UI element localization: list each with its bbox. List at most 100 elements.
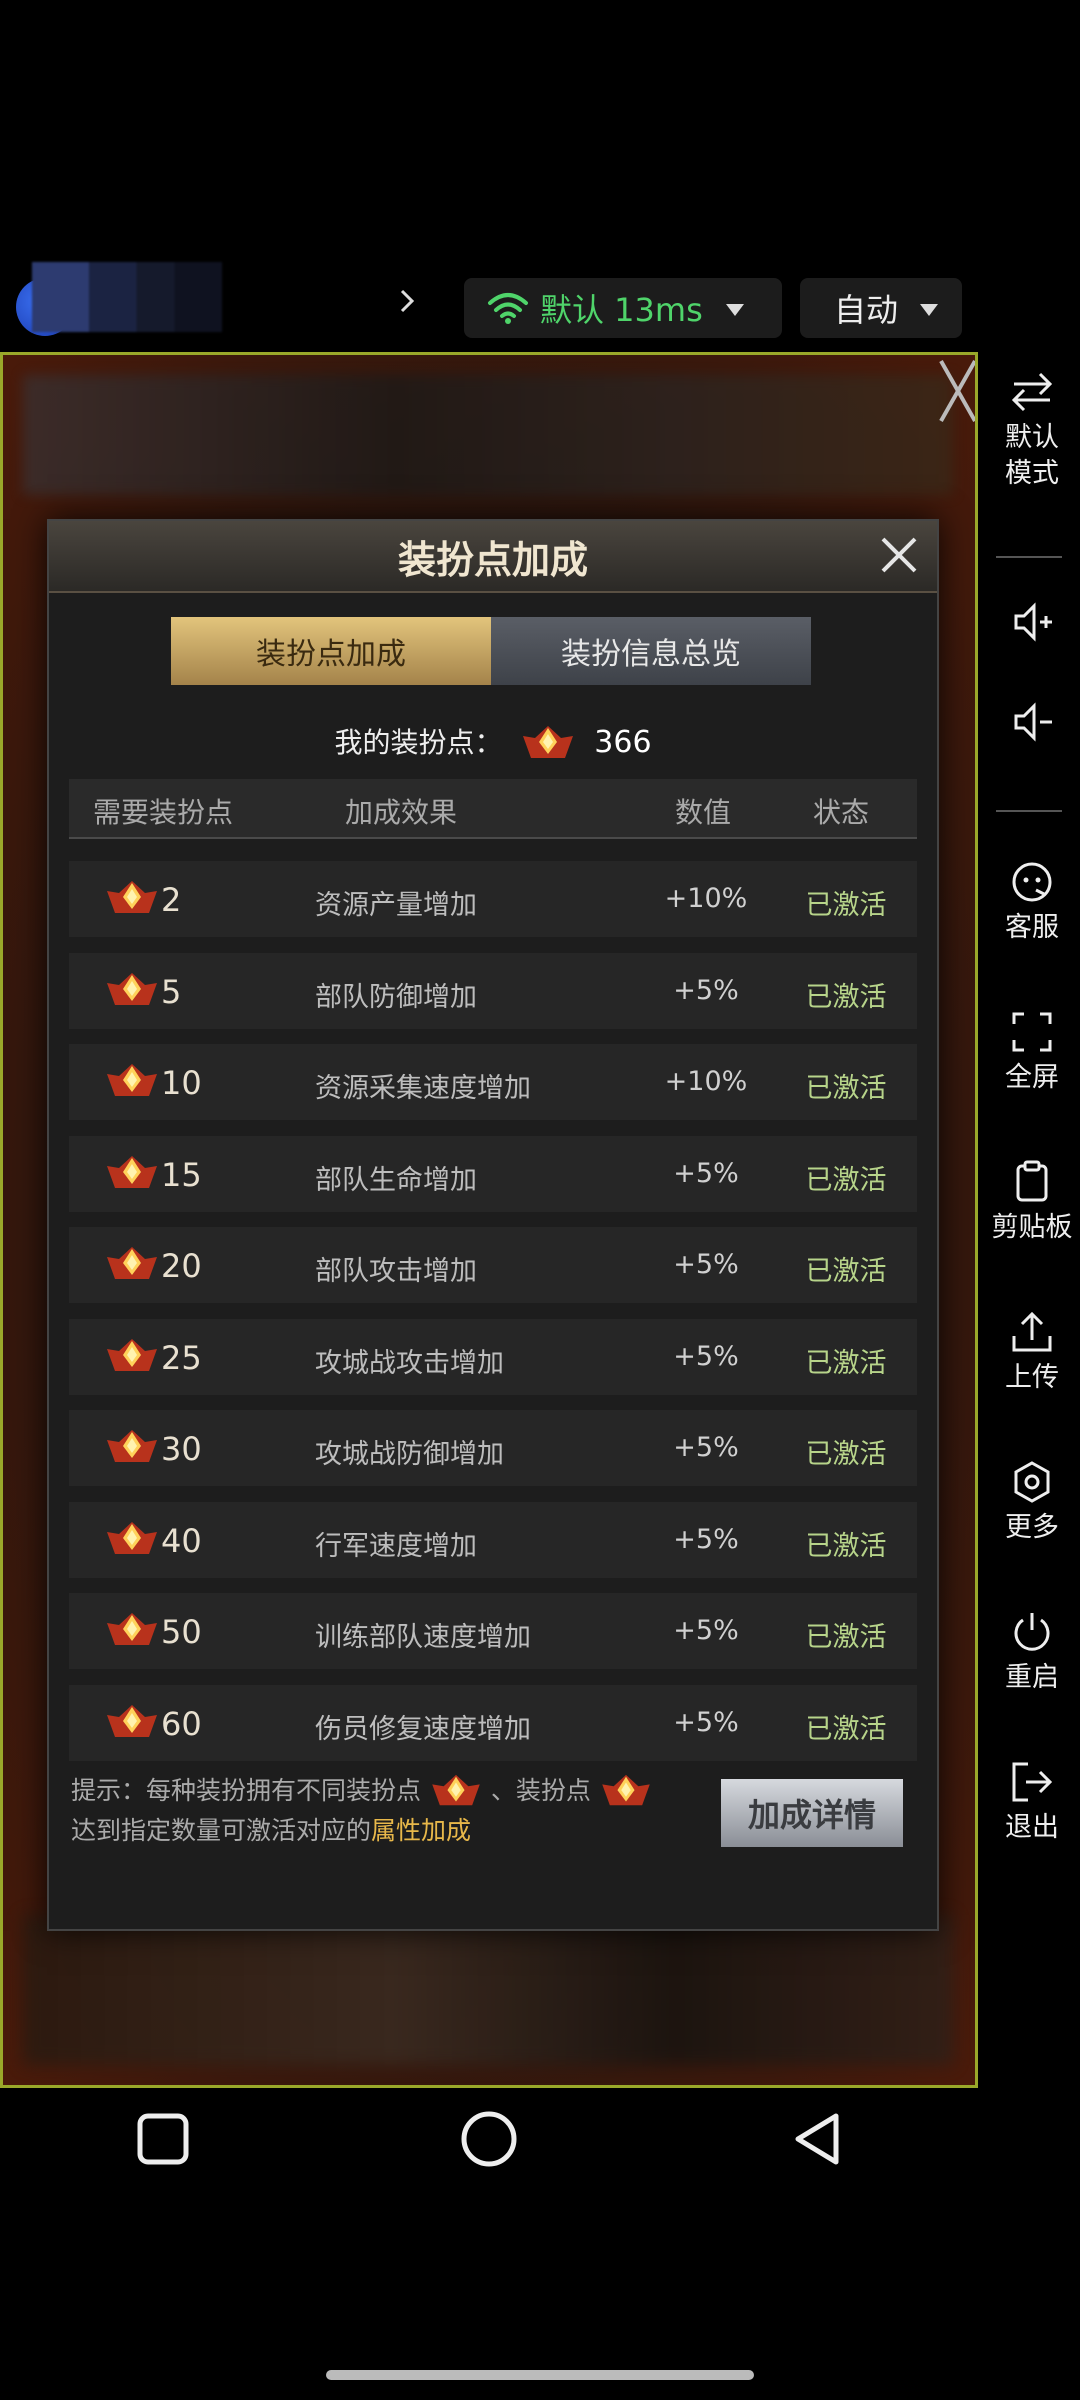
mode-label: 自动 <box>834 291 899 329</box>
row-effect: 伤员修复速度增加 <box>315 1713 531 1745</box>
clipboard-icon <box>1016 1160 1048 1202</box>
table-row: 10 资源采集速度增加 +10% 已激活 <box>69 1044 917 1120</box>
support-button[interactable]: 客服 <box>984 860 1080 946</box>
row-effect: 部队生命增加 <box>315 1164 477 1196</box>
volume-up-button[interactable] <box>984 600 1080 650</box>
mode-selector[interactable]: 自动 <box>800 278 962 338</box>
tip-line2: 达到指定数量可激活对应的 <box>71 1816 372 1845</box>
side-panel: 默认 模式 客服 全屏 剪贴板 上传 更多 重启 退出 <box>984 360 1080 1920</box>
tip-text: 提示：每种装扮拥有不同装扮点 、装扮点 达到指定数量可激活对应的属性加成 <box>71 1771 711 1851</box>
table-row: 15 部队生命增加 +5% 已激活 <box>69 1135 917 1212</box>
row-effect: 攻城战防御增加 <box>315 1439 504 1470</box>
divider <box>996 556 1062 558</box>
dialog-header: 装扮点加成 <box>49 521 937 593</box>
row-value: +5% <box>673 1340 739 1372</box>
upload-label: 上传 <box>1005 1362 1059 1393</box>
header-effect: 加成效果 <box>345 796 458 829</box>
gem-icon <box>105 1337 159 1384</box>
close-icon[interactable] <box>875 531 923 579</box>
fullscreen-label: 全屏 <box>1005 1062 1059 1093</box>
row-points: 60 <box>161 1704 202 1743</box>
home-indicator[interactable] <box>326 2370 754 2380</box>
network-selector[interactable]: 默认 13ms <box>464 278 782 338</box>
divider <box>996 810 1062 812</box>
row-effect: 行军速度增加 <box>315 1530 477 1562</box>
game-viewport[interactable]: 装扮点加成 装扮点加成 装扮信息总览 我的装扮点： 366 需要装扮点 加成效果… <box>0 352 978 2088</box>
table-row: 5 部队防御增加 +5% 已激活 <box>69 952 917 1029</box>
row-points: 40 <box>161 1521 202 1560</box>
row-effect: 攻城战攻击增加 <box>315 1347 504 1379</box>
tip-prefix: 提示：每种装扮拥有不同装扮点 <box>71 1776 422 1805</box>
power-icon <box>1014 1613 1050 1651</box>
wifi-icon <box>488 293 528 324</box>
table-row: 50 训练部队速度增加 +5% 已激活 <box>69 1593 917 1669</box>
fullscreen-button[interactable]: 全屏 <box>984 1010 1080 1096</box>
default-mode-button[interactable]: 默认 模式 <box>984 370 1080 492</box>
restart-button[interactable]: 重启 <box>984 1610 1080 1696</box>
header-points: 需要装扮点 <box>93 796 234 829</box>
row-points: 25 <box>161 1338 202 1377</box>
clipboard-button[interactable]: 剪贴板 <box>984 1160 1080 1246</box>
my-points-value: 366 <box>594 725 652 760</box>
more-button[interactable]: 更多 <box>984 1460 1080 1546</box>
row-effect: 资源产量增加 <box>315 890 477 921</box>
row-status: 已激活 <box>805 1256 887 1287</box>
gem-icon <box>602 1774 650 1806</box>
bonus-table[interactable]: 2 资源产量增加 +10% 已激活 5 部队防御增加 +5% 已激活 10 资源采集速度增加 +10… <box>69 861 917 1765</box>
row-points: 2 <box>161 881 182 919</box>
bonus-details-button[interactable]: 加成详情 <box>721 1779 903 1847</box>
fullscreen-icon <box>1012 1012 1052 1052</box>
corner-x-icon[interactable] <box>933 352 978 441</box>
dialog-title: 装扮点加成 <box>397 538 588 582</box>
more-label: 更多 <box>1005 1512 1059 1543</box>
chevron-right-icon[interactable] <box>392 286 422 316</box>
back-button[interactable] <box>792 2112 846 2166</box>
row-value: +5% <box>673 1615 739 1646</box>
default-mode-label: 默认 模式 <box>1005 422 1059 489</box>
row-points: 15 <box>161 1155 202 1194</box>
support-label: 客服 <box>1005 912 1059 943</box>
exit-icon <box>1012 1762 1053 1802</box>
tab-overview[interactable]: 装扮信息总览 <box>491 617 811 685</box>
tip-highlight[interactable]: 属性加成 <box>371 1816 471 1845</box>
home-button[interactable] <box>460 2110 518 2168</box>
gem-icon <box>523 726 574 758</box>
upload-button[interactable]: 上传 <box>984 1310 1080 1396</box>
row-value: +5% <box>673 1706 739 1738</box>
header-status: 状态 <box>813 796 870 829</box>
row-effect: 部队防御增加 <box>315 981 477 1013</box>
row-status: 已激活 <box>805 981 887 1013</box>
row-points: 10 <box>161 1064 202 1102</box>
row-status: 已激活 <box>805 1164 887 1196</box>
row-status: 已激活 <box>805 1713 887 1745</box>
row-value: +5% <box>673 1249 739 1280</box>
row-status: 已激活 <box>805 1530 887 1562</box>
row-points: 50 <box>161 1613 202 1651</box>
row-status: 已激活 <box>805 1439 887 1470</box>
exit-label: 退出 <box>1005 1812 1059 1843</box>
volume-down-icon <box>1014 702 1052 742</box>
row-value: +5% <box>673 1157 739 1189</box>
row-status: 已激活 <box>805 1073 887 1104</box>
gem-icon <box>105 1245 159 1292</box>
row-effect: 训练部队速度增加 <box>315 1622 531 1653</box>
settings-icon <box>1014 1461 1050 1503</box>
blurred-game-header <box>23 375 953 495</box>
blurred-username <box>32 262 222 332</box>
blurred-game-footer <box>23 1915 953 2065</box>
tip-mid: 、装扮点 <box>490 1776 591 1805</box>
gem-icon <box>105 1062 159 1109</box>
clipboard-label: 剪贴板 <box>991 1212 1073 1243</box>
row-points: 20 <box>161 1247 202 1285</box>
tab-bonus[interactable]: 装扮点加成 <box>171 617 491 685</box>
dialog-tabs: 装扮点加成 装扮信息总览 <box>171 617 811 685</box>
gem-icon <box>105 1611 159 1658</box>
gem-icon <box>105 971 159 1018</box>
upload-icon <box>1012 1311 1052 1352</box>
volume-down-button[interactable] <box>984 700 1080 750</box>
swap-icon <box>1011 372 1053 412</box>
recents-button[interactable] <box>136 2112 190 2166</box>
exit-button[interactable]: 退出 <box>984 1760 1080 1846</box>
my-points-label: 我的装扮点： <box>334 726 503 759</box>
row-value: +5% <box>673 974 739 1006</box>
